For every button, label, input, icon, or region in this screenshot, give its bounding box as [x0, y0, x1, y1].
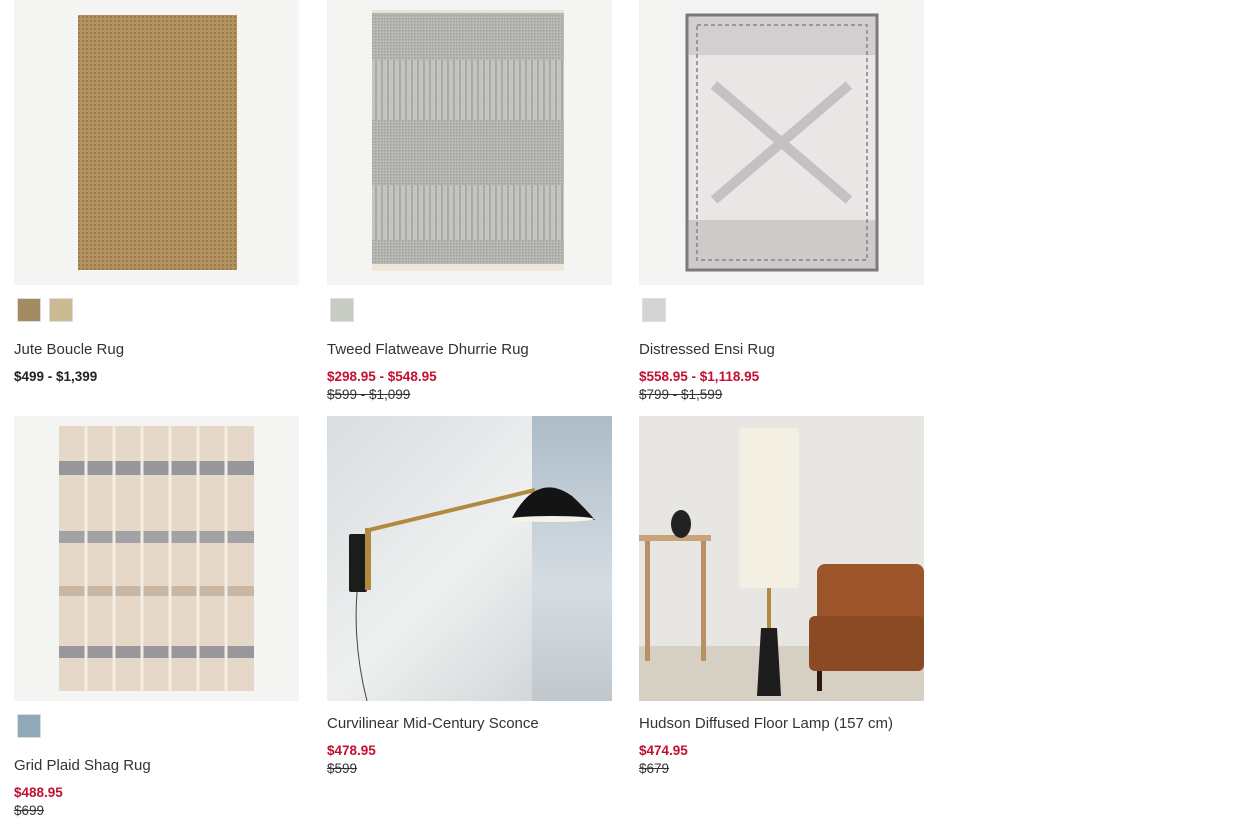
color-swatch[interactable] [17, 298, 41, 322]
original-price: $599 - $1,099 [327, 387, 411, 402]
product-name[interactable]: Tweed Flatweave Dhurrie Rug [327, 341, 612, 359]
product-name[interactable]: Jute Boucle Rug [14, 341, 299, 359]
color-swatch[interactable] [330, 298, 354, 322]
sale-price: $474.95 [639, 743, 688, 758]
product-card: Curvilinear Mid-Century Sconce $478.95 $… [327, 416, 612, 778]
product-image[interactable] [639, 416, 924, 701]
original-price: $799 - $1,599 [639, 387, 723, 402]
product-image[interactable] [327, 0, 612, 285]
product-price: $499 - $1,399 [14, 369, 98, 384]
original-price: $679 [639, 761, 670, 776]
product-name[interactable]: Distressed Ensi Rug [639, 341, 924, 359]
product-image[interactable] [639, 0, 924, 285]
color-swatch[interactable] [49, 298, 73, 322]
sale-price: $478.95 [327, 743, 376, 758]
original-price: $599 [327, 761, 358, 776]
color-swatches [14, 291, 299, 329]
color-swatch[interactable] [642, 298, 666, 322]
sale-price: $488.95 [14, 785, 63, 800]
product-name[interactable]: Curvilinear Mid-Century Sconce [327, 715, 612, 733]
product-image[interactable] [14, 0, 299, 285]
product-card: Grid Plaid Shag Rug $488.95 $699 [14, 416, 299, 820]
product-image[interactable] [14, 416, 299, 701]
product-card: Hudson Diffused Floor Lamp (157 cm) $474… [639, 416, 924, 778]
color-swatches [14, 707, 299, 745]
product-image[interactable] [327, 416, 612, 701]
sale-price: $298.95 - $548.95 [327, 369, 437, 384]
product-card: Distressed Ensi Rug $558.95 - $1,118.95 … [639, 0, 924, 404]
product-name[interactable]: Grid Plaid Shag Rug [14, 757, 299, 775]
product-name[interactable]: Hudson Diffused Floor Lamp (157 cm) [639, 715, 924, 733]
product-card: Tweed Flatweave Dhurrie Rug $298.95 - $5… [327, 0, 612, 404]
color-swatch[interactable] [17, 714, 41, 738]
color-swatches [327, 291, 612, 329]
color-swatches [639, 291, 924, 329]
sale-price: $558.95 - $1,118.95 [639, 369, 760, 384]
original-price: $699 [14, 803, 45, 818]
product-card: Jute Boucle Rug $499 - $1,399 [14, 0, 299, 386]
